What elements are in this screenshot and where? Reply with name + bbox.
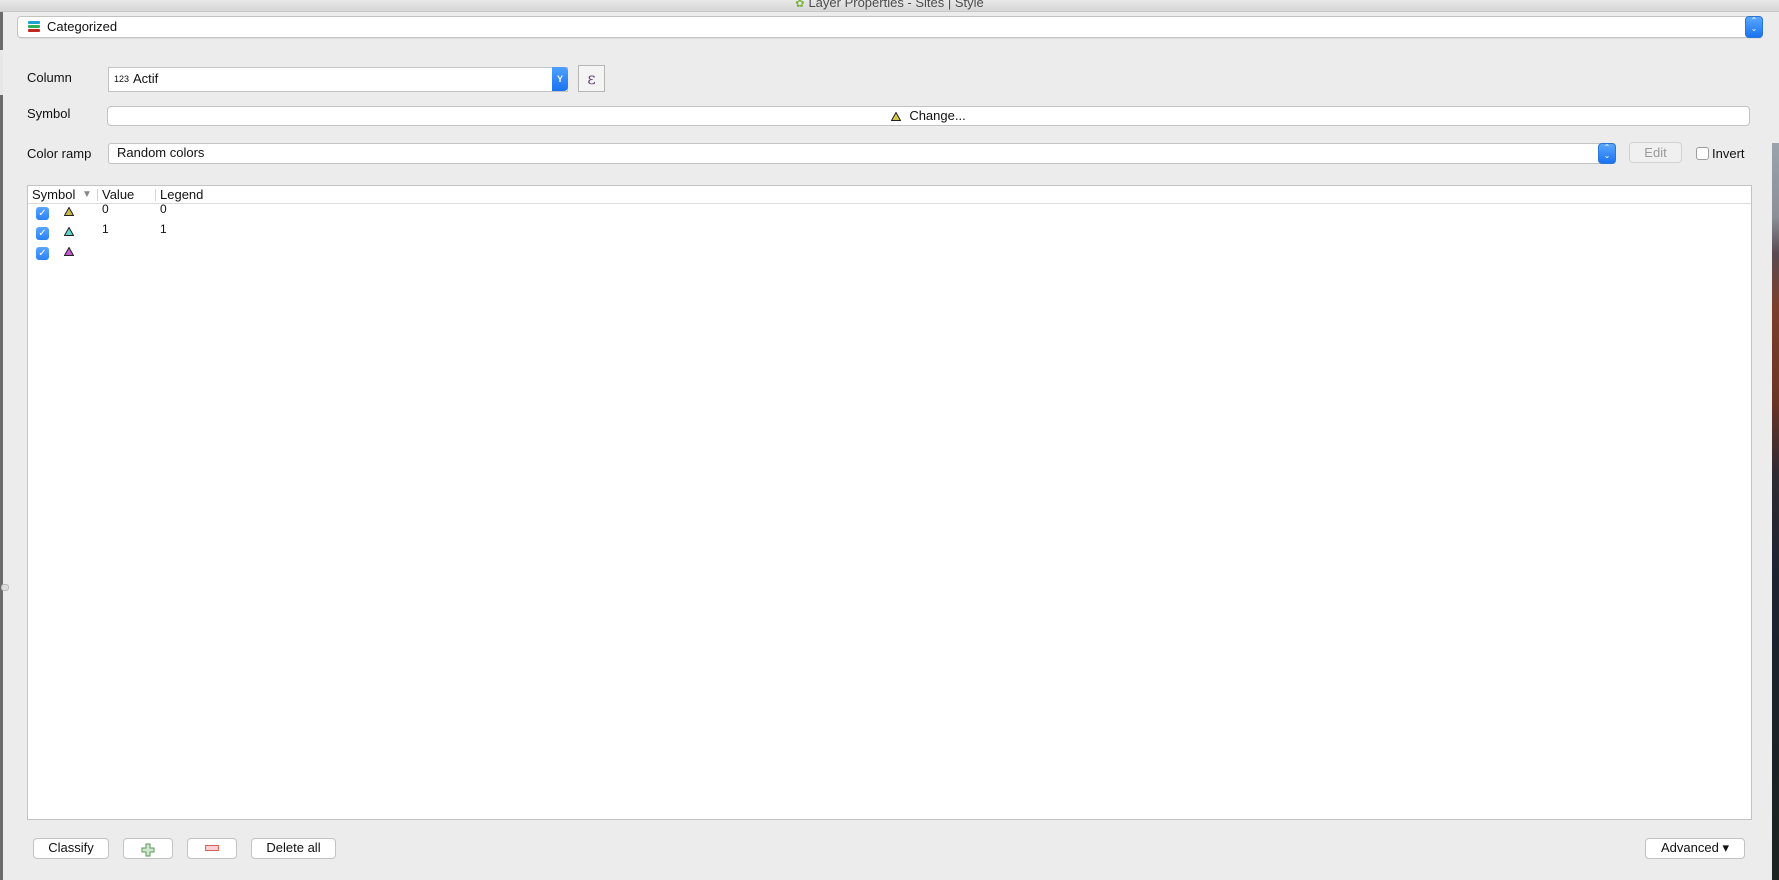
row-value[interactable]: 0 [102, 202, 109, 216]
edit-ramp-button[interactable]: Edit [1629, 142, 1682, 163]
column-value: Actif [133, 71, 159, 86]
classify-button[interactable]: Classify [33, 838, 109, 859]
column-header-symbol[interactable]: Symbol [32, 187, 75, 202]
renderer-type-select[interactable]: Categorized ⌃ ⌄ [17, 16, 1763, 38]
symbol-change-button[interactable]: Change... [107, 106, 1750, 126]
column-header-value[interactable]: Value [102, 187, 134, 202]
table-row[interactable]: ✓ [28, 244, 1751, 263]
window-left-edge [0, 12, 3, 880]
triangle-symbol-icon[interactable] [64, 227, 74, 236]
invert-checkbox[interactable] [1696, 147, 1709, 161]
triangle-symbol-icon [891, 112, 902, 122]
color-ramp-value: Random colors [117, 145, 205, 160]
minus-icon [205, 845, 219, 851]
qgis-icon: ✿ [795, 0, 805, 10]
symbol-change-label: Change... [909, 108, 966, 123]
row-value[interactable]: 1 [102, 222, 109, 236]
color-ramp-arrows-icon[interactable]: ⌃ ⌄ [1598, 143, 1616, 164]
chevron-down-icon[interactable]: Y [552, 67, 568, 91]
table-row[interactable]: ✓ 1 1 [28, 222, 1751, 243]
column-label: Column [27, 70, 72, 85]
title-bar: ✿ Layer Properties - Sites | Style [0, 0, 1779, 12]
advanced-menu-button[interactable]: Advanced ▾ [1645, 838, 1745, 859]
triangle-symbol-icon[interactable] [64, 207, 74, 216]
table-header: Symbol ▼ Value Legend [28, 186, 1751, 204]
delete-all-button[interactable]: Delete all [251, 838, 336, 859]
invert-label: Invert [1712, 146, 1745, 162]
renderer-type-value: Categorized [47, 19, 118, 34]
sort-descending-icon[interactable]: ▼ [82, 189, 92, 200]
remove-category-button[interactable] [187, 838, 237, 859]
color-ramp-select[interactable]: Random colors ⌃ ⌄ [108, 143, 1616, 164]
add-category-button[interactable] [123, 838, 173, 859]
renderer-select-arrows-icon[interactable]: ⌃ ⌄ [1745, 16, 1763, 38]
categories-table[interactable]: Symbol ▼ Value Legend ✓ 0 0 ✓ 1 1 ✓ [27, 185, 1752, 820]
row-legend[interactable]: 0 [160, 202, 167, 216]
row-enabled-checkbox[interactable]: ✓ [36, 227, 49, 240]
symbol-label: Symbol [27, 106, 71, 121]
triangle-symbol-icon[interactable] [64, 247, 74, 256]
table-row[interactable]: ✓ 0 0 [28, 202, 1751, 223]
row-legend[interactable]: 1 [160, 222, 167, 236]
desktop-background [1772, 143, 1779, 880]
window-title: ✿ Layer Properties - Sites | Style [795, 0, 984, 10]
row-enabled-checkbox[interactable]: ✓ [36, 207, 49, 220]
categorized-renderer-icon [28, 21, 40, 34]
column-header-legend[interactable]: Legend [160, 187, 203, 202]
splitter-handle[interactable] [1, 584, 9, 591]
column-select[interactable]: 123 Actif Y [108, 67, 568, 92]
row-enabled-checkbox[interactable]: ✓ [36, 247, 49, 260]
invert-toggle[interactable]: Invert [1696, 145, 1745, 161]
expression-button[interactable]: ε [578, 65, 605, 92]
color-ramp-label: Color ramp [27, 146, 92, 161]
plus-icon [141, 843, 155, 857]
numeric-field-icon: 123 [114, 74, 130, 84]
